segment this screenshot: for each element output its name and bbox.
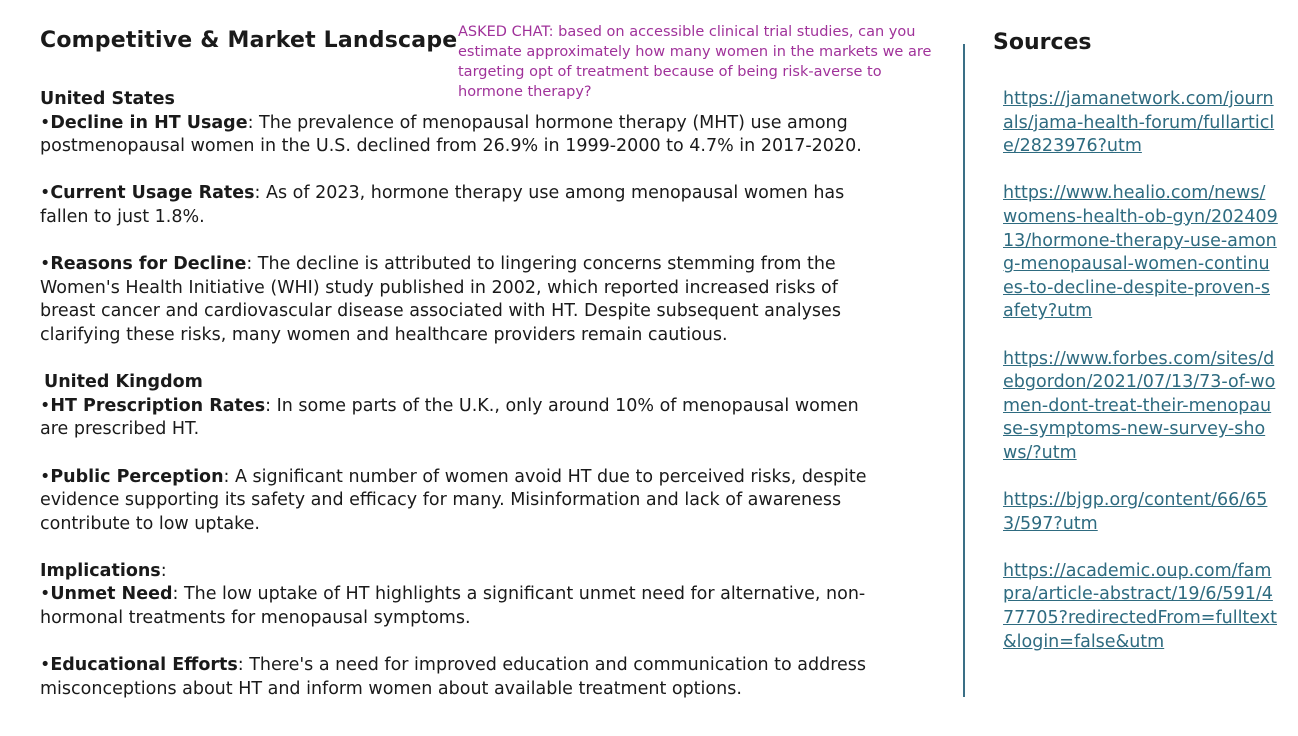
us-usage-paragraph: •Current Usage Rates: As of 2023, hormon… (40, 183, 845, 227)
vertical-divider (963, 44, 965, 697)
uk-perception-paragraph: •Public Perception: A significant number… (40, 466, 867, 534)
us-reasons-paragraph: •Reasons for Decline: The decline is att… (40, 254, 841, 345)
market-landscape-body: United States •Decline in HT Usage: The p… (40, 88, 890, 701)
implications-unmet-paragraph: Implications: •Unmet Need: The low uptake… (40, 560, 890, 631)
bullet-label: Educational Efforts (50, 655, 238, 676)
us-decline-paragraph: United States •Decline in HT Usage: The p… (40, 88, 890, 159)
sources-list: https://jamanetwork.com/journals/jama-he… (1003, 88, 1278, 654)
bullet-label: Reasons for Decline (50, 254, 247, 275)
source-link[interactable]: https://jamanetwork.com/journals/jama-he… (1003, 88, 1278, 159)
section-heading-us: United States (40, 89, 175, 109)
source-link[interactable]: https://bjgp.org/content/66/653/597?utm (1003, 489, 1278, 536)
bullet-label: HT Prescription Rates (50, 395, 266, 416)
section-heading-implications: Implications: (40, 560, 167, 581)
bullet-label: Current Usage Rates (50, 183, 255, 204)
bullet-label: Decline in HT Usage (50, 112, 248, 133)
page-title: Competitive & Market Landscape (40, 28, 458, 53)
implications-education-paragraph: •Educational Efforts: There's a need for… (40, 655, 867, 699)
uk-rx-paragraph: United Kingdom •HT Prescription Rates: In… (40, 371, 890, 442)
section-heading-uk: United Kingdom (44, 372, 203, 393)
sources-title: Sources (993, 30, 1092, 55)
bullet-label: Unmet Need (50, 584, 173, 605)
bullet-label: Public Perception (50, 466, 224, 487)
source-link[interactable]: https://www.forbes.com/sites/debgordon/2… (1003, 348, 1278, 466)
source-link[interactable]: https://academic.oup.com/fampra/article-… (1003, 560, 1278, 654)
source-link[interactable]: https://www.healio.com/news/womens-healt… (1003, 182, 1278, 324)
